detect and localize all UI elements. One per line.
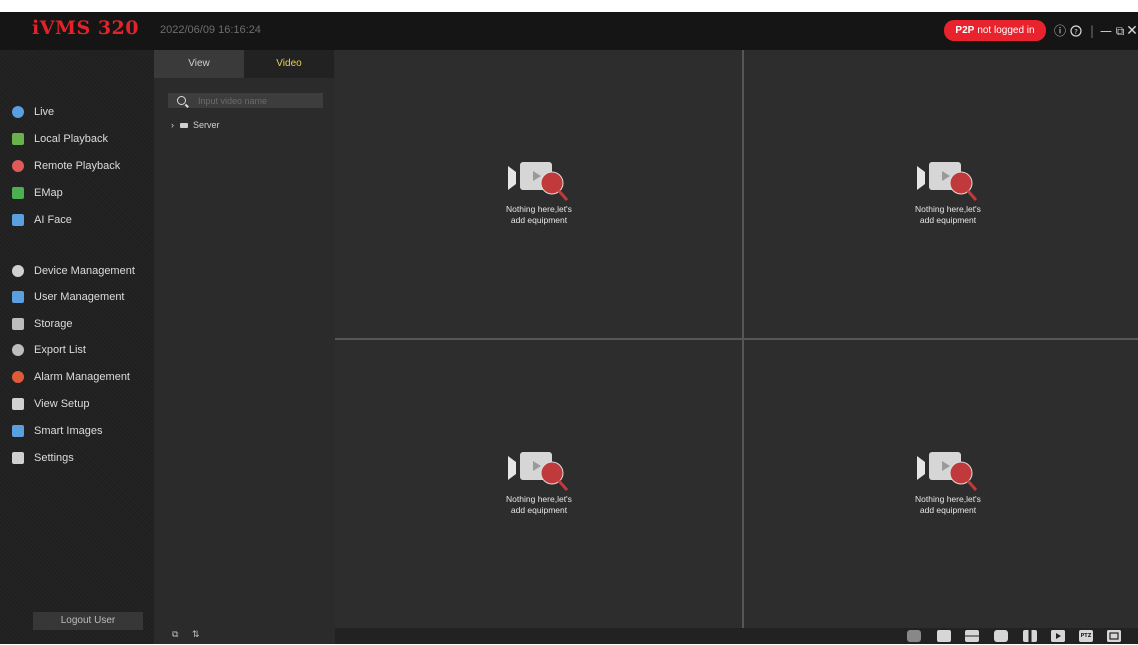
playback-toolbar: PTZ	[335, 628, 1138, 644]
sidebar-item-label: View Setup	[34, 398, 90, 410]
sidebar-item-label: Export List	[34, 344, 86, 356]
live-icon	[12, 106, 24, 118]
info-icon[interactable]: ⓘ	[1052, 21, 1068, 41]
emap-icon	[12, 187, 24, 199]
view-setup-icon	[12, 398, 24, 410]
p2p-state: not logged in	[977, 25, 1035, 36]
app-title: iVMS 320	[32, 17, 139, 39]
sidebar-item-user-management[interactable]: User Management	[12, 287, 152, 307]
sidebar-item-label: User Management	[34, 291, 125, 303]
empty-state: Nothing here,let's add equipment	[499, 446, 579, 516]
ai-face-icon	[12, 214, 24, 226]
tree-node-server[interactable]: › Server	[171, 120, 220, 130]
sidebar-item-alarm-management[interactable]: Alarm Management	[12, 367, 152, 387]
sidebar-nav: Live Local Playback Remote Playback EMap…	[0, 50, 154, 644]
video-cell[interactable]: Nothing here,let's add equipment	[744, 340, 1138, 628]
user-management-icon	[12, 291, 24, 303]
empty-text-line2: add equipment	[510, 505, 568, 515]
title-bar: iVMS 320 2022/06/09 16:16:24 P2P not logg…	[0, 12, 1138, 50]
logout-button[interactable]: Logout User	[33, 612, 143, 630]
ptz-icon[interactable]: PTZ	[1079, 630, 1093, 642]
split-icon[interactable]: ⧉	[172, 630, 178, 640]
smart-images-icon	[12, 425, 24, 437]
tab-video[interactable]: Video	[244, 50, 334, 78]
video-cell[interactable]: Nothing here,let's add equipment	[335, 50, 742, 338]
local-playback-icon	[12, 133, 24, 145]
remote-playback-icon	[12, 160, 24, 172]
pause-icon[interactable]	[1023, 630, 1037, 642]
sidebar-item-smart-images[interactable]: Smart Images	[12, 421, 152, 441]
no-camera-icon	[508, 452, 569, 491]
sidebar-item-device-management[interactable]: Device Management	[12, 261, 152, 281]
sidebar-item-label: Live	[34, 106, 55, 118]
server-icon	[180, 122, 188, 128]
sidebar-item-emap[interactable]: EMap	[12, 183, 152, 203]
empty-text-line2: add equipment	[510, 215, 568, 225]
search-box	[168, 93, 323, 108]
close-icon[interactable]: ✕	[1124, 21, 1138, 41]
sidebar-item-label: Device Management	[34, 265, 135, 277]
help-icon[interactable]: ?	[1068, 21, 1084, 41]
sidebar-item-label: Local Playback	[34, 133, 108, 145]
empty-state: Nothing here,let's add equipment	[908, 446, 988, 516]
sidebar-item-label: Alarm Management	[34, 371, 130, 383]
app-window: iVMS 320 2022/06/09 16:16:24 P2P not logg…	[0, 12, 1138, 644]
empty-text-line2: add equipment	[919, 505, 977, 515]
sort-icon[interactable]: ⇅	[192, 630, 200, 640]
no-camera-icon	[917, 452, 978, 491]
camera-icon[interactable]	[994, 630, 1008, 642]
sidebar-item-label: EMap	[34, 187, 63, 199]
empty-text-line1: Nothing here,let's	[915, 494, 981, 504]
video-grid: Nothing here,let's add equipment Nothing…	[335, 50, 1138, 628]
alarm-management-icon	[12, 371, 24, 383]
sidebar-item-remote-playback[interactable]: Remote Playback	[12, 156, 152, 176]
settings-icon	[12, 452, 24, 464]
single-screen-icon[interactable]	[937, 630, 951, 642]
sidebar-item-label: Remote Playback	[34, 160, 121, 172]
empty-text-line1: Nothing here,let's	[506, 204, 572, 214]
tree-node-label: Server	[193, 120, 220, 130]
fullscreen-icon[interactable]	[1107, 630, 1121, 642]
search-input[interactable]	[198, 95, 318, 106]
datetime: 2022/06/09 16:16:24	[160, 24, 261, 36]
p2p-label: P2P	[955, 25, 975, 36]
sidebar-item-ai-face[interactable]: AI Face	[12, 210, 152, 230]
screenshot-icon[interactable]	[907, 630, 921, 642]
sidebar-item-local-playback[interactable]: Local Playback	[12, 129, 152, 149]
svg-text:?: ?	[1074, 28, 1078, 36]
p2p-status-badge[interactable]: P2P not logged in	[944, 20, 1046, 41]
empty-text-line1: Nothing here,let's	[915, 204, 981, 214]
export-list-icon	[12, 344, 24, 356]
search-icon	[177, 96, 186, 105]
no-camera-icon	[917, 162, 978, 201]
empty-state: Nothing here,let's add equipment	[499, 156, 579, 226]
empty-state: Nothing here,let's add equipment	[908, 156, 988, 226]
empty-text-line1: Nothing here,let's	[506, 494, 572, 504]
play-icon[interactable]	[1051, 630, 1065, 642]
device-panel: View Video › Server ⧉ ⇅	[154, 50, 335, 644]
video-cell[interactable]: Nothing here,let's add equipment	[744, 50, 1138, 338]
chevron-right-icon[interactable]: ›	[171, 120, 174, 130]
video-cell[interactable]: Nothing here,let's add equipment	[335, 340, 742, 628]
no-camera-icon	[508, 162, 569, 201]
empty-text-line2: add equipment	[919, 215, 977, 225]
sidebar-item-label: Storage	[34, 318, 73, 330]
sidebar-item-export-list[interactable]: Export List	[12, 340, 152, 360]
device-management-icon	[12, 265, 24, 277]
sidebar-item-storage[interactable]: Storage	[12, 314, 152, 334]
multi-screen-icon[interactable]	[965, 630, 979, 642]
sidebar-item-settings[interactable]: Settings	[12, 448, 152, 468]
sidebar-item-label: Smart Images	[34, 425, 103, 437]
storage-icon	[12, 318, 24, 330]
sidebar-item-live[interactable]: Live	[12, 102, 152, 122]
sidebar-item-label: AI Face	[34, 214, 72, 226]
tab-view[interactable]: View	[154, 50, 244, 78]
sidebar-item-label: Settings	[34, 452, 74, 464]
sidebar-item-view-setup[interactable]: View Setup	[12, 394, 152, 414]
